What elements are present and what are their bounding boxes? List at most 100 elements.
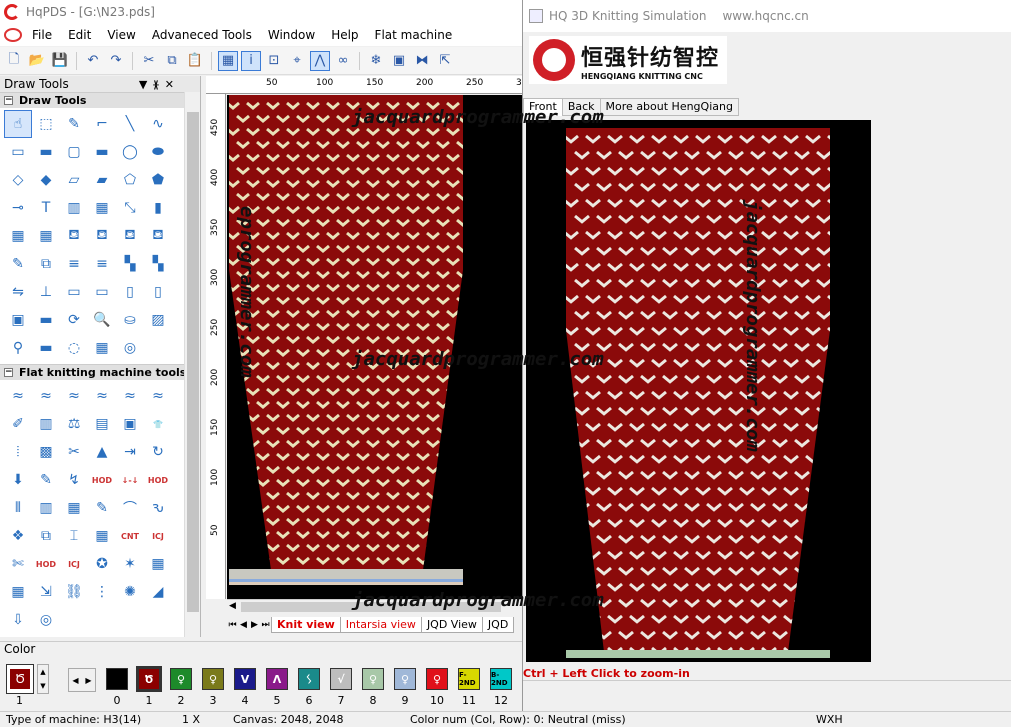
palette-icon[interactable]: ▦ xyxy=(144,550,172,578)
color-swatch[interactable]: B-2ND xyxy=(490,668,512,690)
pen2-icon[interactable]: ✎ xyxy=(88,494,116,522)
hod-icon[interactable]: HOD xyxy=(88,466,116,494)
scroll-left-icon[interactable]: ◀ xyxy=(72,676,78,685)
section-flat-knitting-tools[interactable]: − Flat knitting machine tools xyxy=(0,364,200,380)
star-icon[interactable]: ✶ xyxy=(116,550,144,578)
columns-icon[interactable]: ▥ xyxy=(60,194,88,222)
menu-window[interactable]: Window xyxy=(260,28,323,42)
knot-icon[interactable]: ԅ xyxy=(144,494,172,522)
eraser-icon[interactable]: ▬ xyxy=(32,306,60,334)
color-swatch[interactable]: Λ xyxy=(266,668,288,690)
current-color-swatch[interactable]: Ծ xyxy=(6,664,34,694)
film-icon[interactable]: ▤ xyxy=(88,410,116,438)
bucket4-icon[interactable]: ⛾ xyxy=(144,222,172,250)
clear-icon[interactable]: ▬ xyxy=(32,334,60,362)
icj-icon[interactable]: ICJ xyxy=(144,522,172,550)
new-file-icon[interactable]: 🗋 xyxy=(4,51,24,71)
chain-icon[interactable]: ⛓ xyxy=(60,578,88,606)
bars-icon[interactable]: ▮ xyxy=(144,194,172,222)
polygon-outline-icon[interactable]: ⬠ xyxy=(116,166,144,194)
panel-pin-icon[interactable]: ᚕ xyxy=(153,78,164,91)
red-grid-icon[interactable]: ▩ xyxy=(32,438,60,466)
collapse-icon[interactable]: − xyxy=(4,368,13,377)
sim-garment-svg[interactable] xyxy=(526,120,871,662)
stitch5-icon[interactable]: ≈ xyxy=(116,382,144,410)
tab-first-icon[interactable]: ⏮ xyxy=(227,620,238,630)
menu-advanced-tools[interactable]: Advaneced Tools xyxy=(144,28,260,42)
link-icon[interactable]: ∞ xyxy=(333,51,353,71)
bowl-icon[interactable]: ⌒ xyxy=(116,494,144,522)
polygon-fill-icon[interactable]: ⬟ xyxy=(144,166,172,194)
tab-knit-view[interactable]: Knit view xyxy=(271,617,341,633)
stitch1-icon[interactable]: ≈ xyxy=(4,382,32,410)
wand-icon[interactable]: ⚲ xyxy=(4,334,32,362)
copy-icon[interactable]: ⧉ xyxy=(162,51,182,71)
diamond-outline-icon[interactable]: ◇ xyxy=(4,166,32,194)
open-folder-icon[interactable]: 📂 xyxy=(27,51,47,71)
link-icon[interactable]: ↯ xyxy=(60,466,88,494)
color-swatch[interactable]: ♀ xyxy=(170,668,192,690)
menu-file[interactable]: File xyxy=(24,28,60,42)
snowflake-icon[interactable]: ❄ xyxy=(366,51,386,71)
parallelogram-fill-icon[interactable]: ▰ xyxy=(88,166,116,194)
dropper-icon[interactable]: ⊸ xyxy=(4,194,32,222)
line-icon[interactable]: ╲ xyxy=(116,110,144,138)
grid-toggle-icon[interactable]: ▦ xyxy=(218,50,238,71)
frame-icon[interactable]: ▣ xyxy=(4,306,32,334)
color-swatch[interactable]: ♀ xyxy=(202,668,224,690)
fabric-icon[interactable]: ▦ xyxy=(60,494,88,522)
bucket-icon[interactable]: ⛾ xyxy=(60,222,88,250)
down-up-icon[interactable]: ↓-↓ xyxy=(116,466,144,494)
dist2-icon[interactable]: ▚ xyxy=(144,250,172,278)
curve-icon[interactable]: ∿ xyxy=(144,110,172,138)
lasso-icon[interactable]: ◌ xyxy=(60,334,88,362)
tab-jqd-view[interactable]: JQD View xyxy=(420,617,483,633)
menu-view[interactable]: View xyxy=(99,28,143,42)
stamp-icon[interactable]: ⛀ xyxy=(116,306,144,334)
page2-icon[interactable]: ▯ xyxy=(144,278,172,306)
bars3-icon[interactable]: ⦙ xyxy=(4,438,32,466)
panel-close-icon[interactable]: ✕ xyxy=(165,78,180,91)
red-grid2-icon[interactable]: ▦ xyxy=(88,522,116,550)
tools-icon[interactable]: ✂ xyxy=(60,438,88,466)
border-icon[interactable]: ▣ xyxy=(389,51,409,71)
sweater-icon[interactable]: ✪ xyxy=(88,550,116,578)
menu-edit[interactable]: Edit xyxy=(60,28,99,42)
step-line-icon[interactable]: ⌐ xyxy=(88,110,116,138)
shape-icon[interactable]: ⋀ xyxy=(310,50,330,71)
diamond-fill-icon[interactable]: ◆ xyxy=(32,166,60,194)
picture-icon[interactable]: ▨ xyxy=(144,306,172,334)
save-icon[interactable]: ▥ xyxy=(32,410,60,438)
brush2-icon[interactable]: ✎ xyxy=(32,466,60,494)
chart-icon[interactable]: ▦ xyxy=(4,578,32,606)
panel-scrollbar[interactable] xyxy=(184,92,200,637)
ibeam-icon[interactable]: ⌶ xyxy=(60,522,88,550)
undo-icon[interactable]: ↶ xyxy=(83,51,103,71)
scale-icon[interactable]: ⚖ xyxy=(60,410,88,438)
section-draw-tools[interactable]: − Draw Tools xyxy=(0,92,200,108)
rect-outline-icon[interactable]: ▭ xyxy=(4,138,32,166)
glow-icon[interactable]: ✺ xyxy=(116,578,144,606)
color-swatch[interactable]: √ xyxy=(330,668,352,690)
align2-icon[interactable]: ≡ xyxy=(88,250,116,278)
down-icon[interactable]: ⬇ xyxy=(4,466,32,494)
grid-large-icon[interactable]: ▦ xyxy=(32,222,60,250)
zoom-fit-icon[interactable]: ⊡ xyxy=(264,51,284,71)
panel-header-buttons[interactable]: ▼ᚕ✕ xyxy=(139,78,196,91)
color-swatch[interactable]: ♀ xyxy=(394,668,416,690)
parallelogram-outline-icon[interactable]: ▱ xyxy=(60,166,88,194)
export-icon[interactable]: ⇥ xyxy=(116,438,144,466)
menu-flat-machine[interactable]: Flat machine xyxy=(367,28,461,42)
tab-intarsia-view[interactable]: Intarsia view xyxy=(339,617,422,633)
pencil-icon[interactable]: ✎ xyxy=(60,110,88,138)
cut-icon[interactable]: ✄ xyxy=(4,550,32,578)
hod3-icon[interactable]: HOD xyxy=(32,550,60,578)
stitch4-icon[interactable]: ≈ xyxy=(88,382,116,410)
ellipse-fill-icon[interactable]: ⬬ xyxy=(144,138,172,166)
color-swatch[interactable] xyxy=(106,668,128,690)
round-rect-outline-icon[interactable]: ▢ xyxy=(60,138,88,166)
stitch6-icon[interactable]: ≈ xyxy=(144,382,172,410)
tab-more-about[interactable]: More about HengQiang xyxy=(599,98,739,116)
tab-prev-icon[interactable]: ◀ xyxy=(238,620,249,630)
ramp-icon[interactable]: ◢ xyxy=(144,578,172,606)
